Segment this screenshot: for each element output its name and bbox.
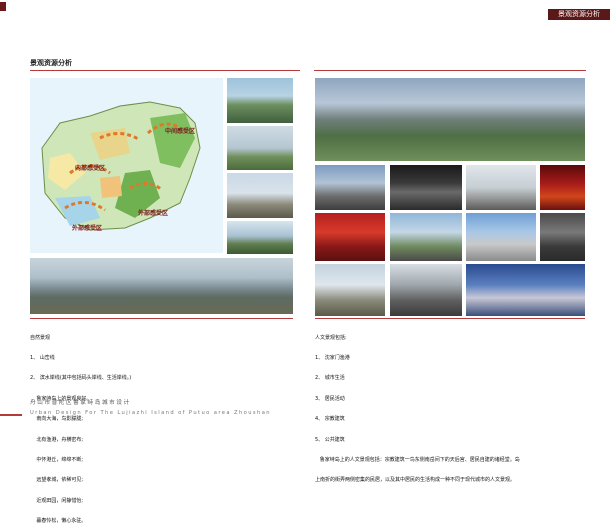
zone-label-middle: 中间感受区 xyxy=(165,128,196,135)
section-title: 景观资源分析 xyxy=(30,59,72,67)
photo-shrine xyxy=(315,213,385,261)
photo-harbor-overview xyxy=(315,78,585,161)
natural-line: 1、 山峦线 xyxy=(30,354,55,361)
natural-line: 南向大海，鸟影朦胧; xyxy=(30,416,84,423)
zone-label-outer-east: 外部感受区 xyxy=(138,210,169,217)
cultural-item: 2、 城市生活 xyxy=(315,375,345,382)
photo-residents xyxy=(540,213,585,261)
section-rule-left xyxy=(30,70,300,71)
photo-coast-hills xyxy=(227,126,293,170)
natural-heading: 自然景观 xyxy=(30,334,51,341)
cultural-paragraph: 鲁家峙岛上的人文景观包括：宗教建筑一鸟东侧南岳间下的天后宫、居民自建的诸经堂。岛 xyxy=(315,456,520,463)
photo-harbor-dusk xyxy=(466,264,585,316)
zone-label-inner: 内部感受区 xyxy=(75,165,106,172)
natural-line: 中怀港丘，绵绵不断; xyxy=(30,456,84,463)
cultural-paragraph: 上南折的街弄两侧密集的民居，以及其中居民的生活构成一种不同于现代城市的人文景观。 xyxy=(315,477,516,484)
header-badge: 景观资源分析 xyxy=(548,9,610,20)
map-drawing xyxy=(30,78,223,253)
island-zoning-map: 中间感受区 内部感受区 外部感受区 外部感受区 xyxy=(30,78,223,253)
photo-memorial-arch xyxy=(466,165,536,210)
natural-line: 远望孝城，依稀可见; xyxy=(30,477,84,484)
photo-temple-gate xyxy=(315,165,385,210)
section-rule-right xyxy=(314,70,586,71)
top-bar: 景观资源分析 xyxy=(0,0,610,20)
photo-red-interior xyxy=(540,165,585,210)
natural-line: 近观田园，闲静惜怡; xyxy=(30,497,84,504)
photo-green-hills xyxy=(227,221,293,254)
natural-line: 2、 滨水岸线(其中包括码头岸线、生活岸线。) xyxy=(30,375,132,382)
cultural-item: 4、 宗教建筑 xyxy=(315,416,345,423)
photo-houses xyxy=(315,264,385,316)
cultural-heading: 人文景观包括: xyxy=(315,334,347,341)
cultural-item: 5、 公共建筑 xyxy=(315,436,345,443)
natural-line: 暮春怜松，懒心永驻。 xyxy=(30,518,87,525)
zone-label-outer-south: 外部感受区 xyxy=(72,225,103,232)
photo-silhouette xyxy=(390,165,462,210)
photo-salt-pans xyxy=(227,78,293,123)
footer-accent xyxy=(0,414,22,416)
corner-mark xyxy=(0,2,6,11)
cultural-item: 1、 沈家门渔港 xyxy=(315,354,350,361)
photo-village xyxy=(227,173,293,218)
natural-line: 北有渔港，舟横密布; xyxy=(30,436,84,443)
photo-street-trees xyxy=(390,213,462,261)
left-notes-rule xyxy=(30,318,293,319)
header-badge-label: 景观资源分析 xyxy=(558,10,600,18)
right-notes-rule xyxy=(315,318,585,319)
footer-title-cn: 舟山市普陀区鲁家峙岛城市设计 xyxy=(30,400,131,406)
natural-landscape-notes: 自然景观 1、 山峦线 2、 滨水岸线(其中包括码头岸线、生活岸线。) 鲁家峙岛… xyxy=(30,321,131,532)
cultural-item: 3、 居民活动 xyxy=(315,395,345,402)
footer-title-en: Urban Design For The Lujiazhi Island of … xyxy=(30,410,271,416)
cultural-landscape-notes: 人文景观包括: 1、 沈家门渔港 2、 城市生活 3、 居民活动 4、 宗教建筑… xyxy=(315,321,520,491)
photo-modern-building xyxy=(466,213,536,261)
photo-market-street xyxy=(390,264,462,316)
panorama-coast xyxy=(30,258,293,314)
